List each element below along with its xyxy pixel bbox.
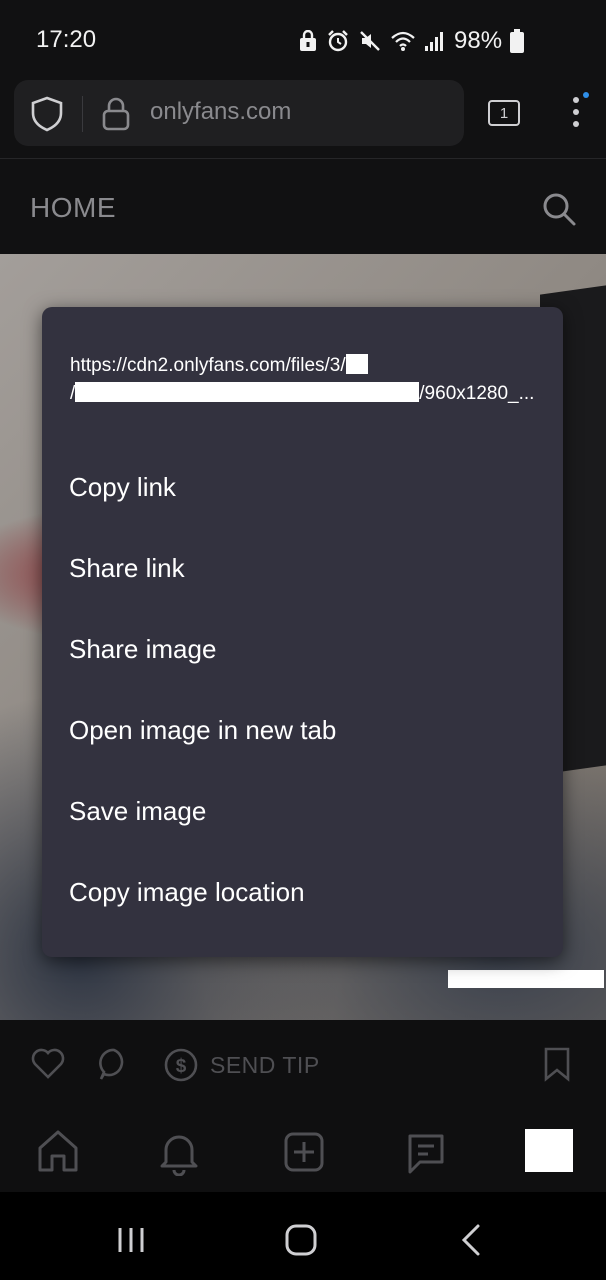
url-line-1: https://cdn2.onlyfans.com/files/3/ (70, 355, 346, 376)
url-redaction-2 (75, 382, 420, 402)
svg-text:$: $ (176, 1056, 187, 1077)
alarm-icon (328, 30, 348, 52)
url-redaction-1 (345, 354, 368, 374)
home-icon[interactable] (34, 1128, 82, 1174)
status-time: 17:20 (36, 26, 97, 53)
search-icon[interactable] (540, 190, 578, 228)
back-icon[interactable] (456, 1222, 486, 1258)
url-line-2-suffix: /960x1280_... (419, 383, 535, 404)
url-text[interactable]: onlyfans.com (150, 98, 291, 126)
menu-item-save-image[interactable]: Save image (69, 786, 529, 836)
mute-icon (360, 31, 380, 51)
address-divider (82, 96, 83, 132)
status-icons: 98% (298, 27, 525, 54)
battery-percent: 98% (454, 27, 503, 54)
wifi-icon (391, 31, 415, 51)
shield-icon[interactable] (30, 96, 64, 132)
page-title: HOME (30, 192, 116, 223)
send-tip-button[interactable]: SEND TIP (210, 1052, 320, 1079)
recent-apps-icon[interactable] (114, 1224, 148, 1256)
menu-item-share-link[interactable]: Share link (69, 543, 529, 593)
bookmark-icon[interactable] (540, 1046, 574, 1082)
menu-item-open-image-new-tab[interactable]: Open image in new tab (69, 705, 529, 755)
heart-icon[interactable] (30, 1046, 66, 1080)
avatar[interactable] (525, 1129, 573, 1172)
add-post-icon[interactable] (282, 1130, 326, 1174)
menu-item-copy-image-location[interactable]: Copy image location (69, 867, 529, 917)
more-menu-icon[interactable] (566, 92, 590, 132)
menu-item-copy-link[interactable]: Copy link (69, 462, 529, 512)
notifications-icon[interactable] (156, 1128, 202, 1176)
lock-icon (300, 30, 316, 51)
home-button-icon[interactable] (283, 1222, 319, 1258)
context-menu-url: https://cdn2.onlyfans.com/files/3/ //960… (70, 352, 550, 408)
menu-item-share-image[interactable]: Share image (69, 624, 529, 674)
messages-icon[interactable] (404, 1130, 448, 1176)
redaction-bar (448, 970, 604, 988)
lock-site-icon (102, 97, 130, 131)
signal-icon (425, 32, 443, 51)
comment-icon[interactable] (96, 1046, 132, 1082)
dollar-icon[interactable]: $ (163, 1047, 199, 1083)
tab-count-button[interactable]: 1 (488, 100, 520, 126)
battery-icon (510, 29, 525, 53)
